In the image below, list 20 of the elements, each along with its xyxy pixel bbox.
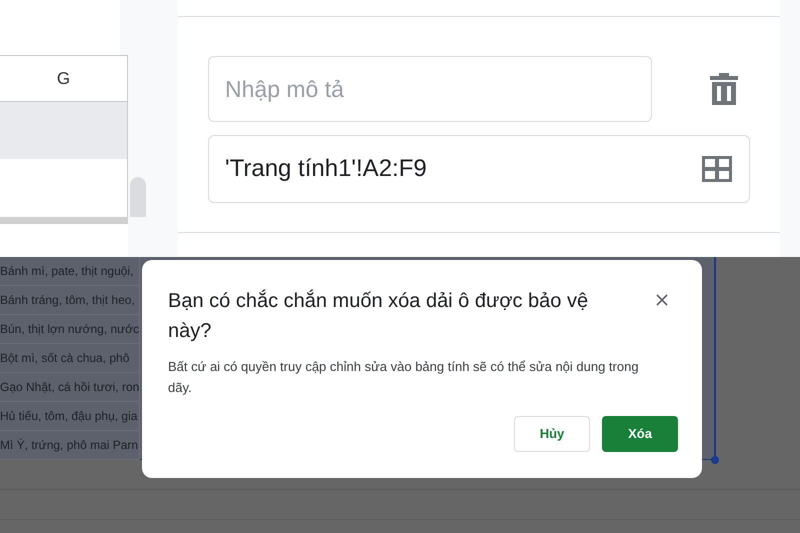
column-header[interactable]: G xyxy=(0,56,128,102)
table-cell-text: Bột mì, sốt cà chua, phô xyxy=(0,350,130,367)
table-cell-text: Bánh tráng, tôm, thịt heo, xyxy=(0,292,135,309)
table-cell-text: Bánh mì, pate, thịt nguội, xyxy=(0,263,134,280)
table-cell-text: Bún, thịt lợn nướng, nước xyxy=(0,321,140,338)
delete-button[interactable]: Xóa xyxy=(602,416,678,452)
table-cell-text: Hủ tiếu, tôm, đậu phụ, gia xyxy=(0,408,138,425)
table-cell-text: Gạo Nhật, cá hồi tươi, ron xyxy=(0,379,140,396)
scrollbar-thumb[interactable] xyxy=(130,177,146,217)
range-text: 'Trang tính1'!A2:F9 xyxy=(225,154,427,184)
grid-icon[interactable] xyxy=(701,155,733,183)
close-icon[interactable] xyxy=(656,294,668,306)
dialog-title: Bạn có chắc chắn muốn xóa dải ô được bảo vệ này? xyxy=(168,288,590,344)
dialog-message: Bất cứ ai có quyền truy cập chỉnh sửa vào bảng tính sẽ có thể sửa nội dung trong dãy. xyxy=(168,358,640,397)
cancel-button[interactable]: Hủy xyxy=(514,416,590,452)
selection-handle[interactable] xyxy=(711,456,719,464)
range-field[interactable]: 'Trang tính1'!A2:F9 xyxy=(208,135,750,203)
table-cell-text: Mì Ý, trứng, phô mai Parn xyxy=(0,437,138,454)
delete-icon[interactable] xyxy=(709,71,739,107)
description-field[interactable]: Nhập mô tả xyxy=(208,56,652,122)
